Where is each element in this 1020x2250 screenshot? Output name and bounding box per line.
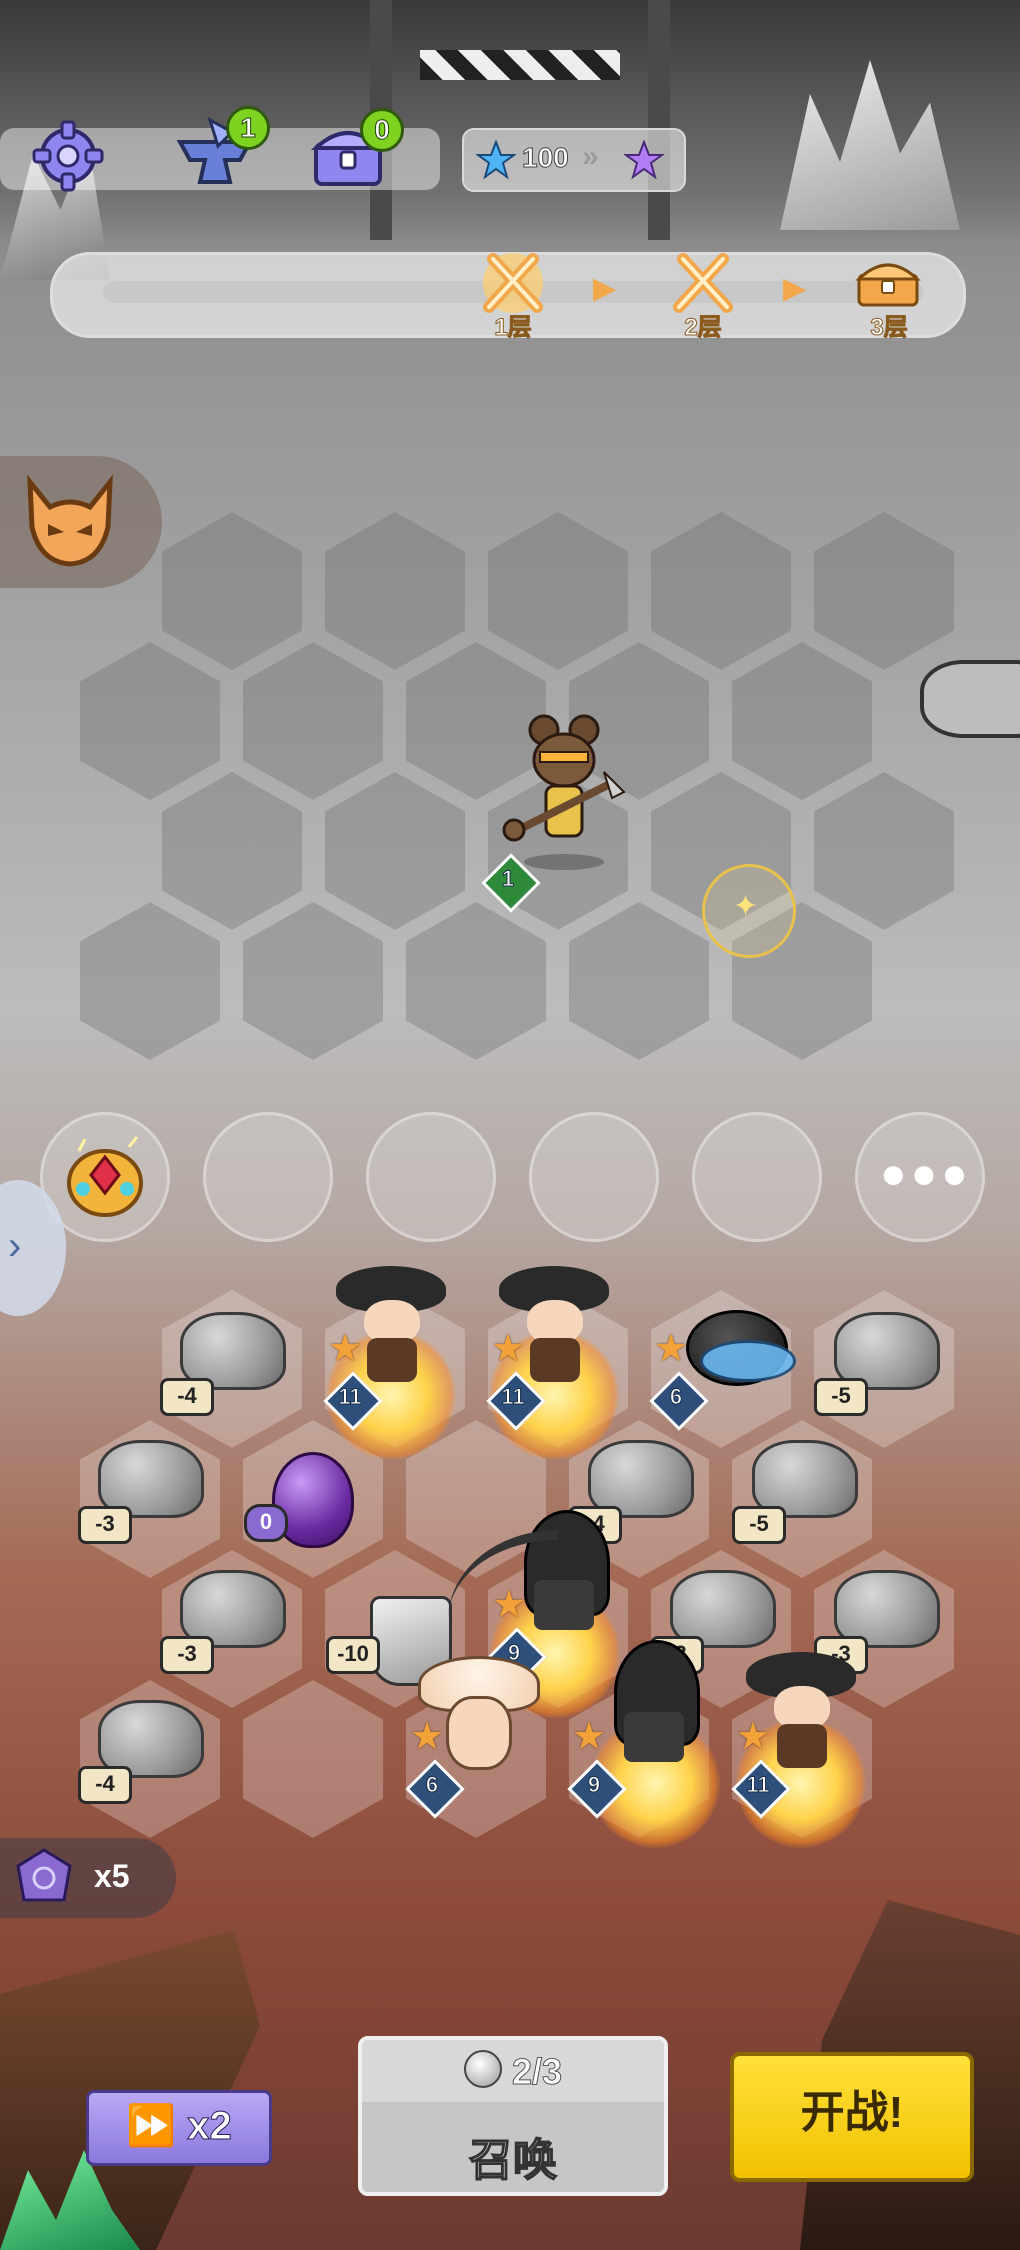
enemy-hex-cell[interactable] xyxy=(569,902,709,1060)
star-icon: ★ xyxy=(654,1328,689,1370)
star-icon: ★ xyxy=(736,1716,771,1758)
enemy-hex-cell[interactable] xyxy=(80,642,220,800)
blue-star-icon xyxy=(476,140,516,180)
enemy-rat-miner[interactable] xyxy=(494,712,634,872)
enemy-hex-cell[interactable] xyxy=(243,902,383,1060)
enemy-hex-cell[interactable] xyxy=(325,772,465,930)
archer-unit-0[interactable] xyxy=(367,1338,417,1382)
star-counter: 100 » xyxy=(462,128,686,192)
rock-value-tag: -5 xyxy=(732,1506,786,1544)
shovel-decoration xyxy=(920,660,1020,738)
unit-level-text: 9 xyxy=(587,1772,601,1798)
mine-gate xyxy=(370,0,670,240)
star-icon: ★ xyxy=(410,1716,445,1758)
enemy-hex-cell[interactable] xyxy=(162,512,302,670)
rat-miner-icon xyxy=(502,714,626,870)
enemy-hex-cell[interactable] xyxy=(651,512,791,670)
play-arrow-icon: ▶ xyxy=(783,272,807,305)
fast-forward-icon: ⏩ xyxy=(126,2104,177,2149)
star-count-text: 100 xyxy=(522,142,570,174)
play-arrow-icon: ▶ xyxy=(593,272,617,305)
more-options-button[interactable]: ●●● xyxy=(855,1112,985,1242)
floor-label-2: 2层 xyxy=(684,314,722,342)
unit-level-text: 6 xyxy=(425,1772,439,1798)
unit-level-text: 11 xyxy=(501,1384,525,1410)
coin-icon xyxy=(463,2050,502,2088)
start-battle-button[interactable]: 开战! xyxy=(730,2052,974,2182)
speed-label: x2 xyxy=(187,2104,232,2149)
reaper-unit-1[interactable] xyxy=(624,1712,684,1762)
gate-barrier xyxy=(420,50,620,80)
summon-cost-text: 2/3 xyxy=(511,2051,563,2093)
star-icon: ★ xyxy=(572,1716,607,1758)
star-icon: ★ xyxy=(328,1328,363,1370)
gear-icon xyxy=(32,120,104,192)
enemy-level-text: 1 xyxy=(501,866,515,892)
enemy-info-button[interactable] xyxy=(0,456,162,588)
bench-slot[interactable] xyxy=(529,1112,659,1242)
anvil-count-badge: 1 xyxy=(226,106,270,150)
demon-mask-icon xyxy=(27,474,113,567)
more-dots-icon: ●●● xyxy=(880,1149,972,1198)
board-hex-cell[interactable] xyxy=(243,1680,383,1838)
speed-button[interactable]: ⏩ x2 xyxy=(86,2090,272,2166)
rock-value-tag: -4 xyxy=(160,1378,214,1416)
enemy-hex-cell[interactable] xyxy=(243,642,383,800)
archer-unit-1[interactable] xyxy=(530,1338,580,1382)
settings-button[interactable] xyxy=(30,118,106,194)
chest-button[interactable]: 0 xyxy=(308,108,404,194)
golden-gem-pouch-icon xyxy=(67,1136,143,1217)
enemy-hex-cell[interactable] xyxy=(814,772,954,930)
summon-label: 召唤 xyxy=(468,2135,558,2186)
floor-progress-bar: 1层 ▶ 2层 ▶ 3层 xyxy=(50,252,966,342)
unit-level-text: 11 xyxy=(746,1772,770,1798)
egg-value-tag: 0 xyxy=(244,1504,288,1542)
enemy-hex-cell[interactable] xyxy=(406,902,546,1060)
archer-unit-2[interactable] xyxy=(777,1724,827,1768)
enemy-hex-cell[interactable] xyxy=(162,772,302,930)
game-screen: 1 0 100 » 1层 ▶ 2层 ▶ 3层 1 ✦ ●●● › -4 -5 -… xyxy=(0,0,1020,2250)
purple-star-icon xyxy=(624,140,664,180)
treasure-chest-icon xyxy=(855,263,921,307)
unit-level-text: 11 xyxy=(338,1384,362,1410)
enemy-hex-cell[interactable] xyxy=(80,902,220,1060)
star-icon: ★ xyxy=(492,1584,527,1626)
sparkle-icon: ✦ xyxy=(733,890,759,923)
rock-value-tag: -4 xyxy=(78,1766,132,1804)
star-icon: ★ xyxy=(491,1328,526,1370)
gem-counter: x5 xyxy=(0,1838,176,1918)
chest-count-badge: 0 xyxy=(360,108,404,152)
chevron-right-icon: › xyxy=(8,1224,22,1268)
summon-cost: 2/3 xyxy=(362,2050,664,2093)
rock-value-tag: -3 xyxy=(78,1506,132,1544)
enemy-hex-cell[interactable] xyxy=(814,512,954,670)
summon-button[interactable]: 2/3 召唤 xyxy=(358,2036,668,2196)
anvil-button[interactable]: 1 xyxy=(170,106,270,194)
armor-value-tag: -10 xyxy=(326,1636,380,1674)
rock-value-tag: -3 xyxy=(160,1636,214,1674)
floor-label-3: 3层 xyxy=(870,314,908,342)
chevron-right-icon: » xyxy=(582,140,599,173)
mushroom-girl-unit[interactable] xyxy=(446,1696,512,1770)
bench-slot[interactable] xyxy=(203,1112,333,1242)
sparkle-target-marker[interactable]: ✦ xyxy=(702,864,796,958)
enemy-hex-cell[interactable] xyxy=(488,512,628,670)
blue-slime-tentacles xyxy=(700,1340,796,1382)
floor-label-1: 1层 xyxy=(494,314,532,342)
unit-level-text: 6 xyxy=(669,1384,683,1410)
enemy-hex-cell[interactable] xyxy=(325,512,465,670)
bench-slot[interactable] xyxy=(366,1112,496,1242)
bench-slot[interactable] xyxy=(692,1112,822,1242)
purple-crystal-icon xyxy=(16,1848,72,1902)
gem-count-text: x5 xyxy=(94,1858,130,1894)
enemy-hex-cell[interactable] xyxy=(732,642,872,800)
rock-value-tag: -5 xyxy=(814,1378,868,1416)
